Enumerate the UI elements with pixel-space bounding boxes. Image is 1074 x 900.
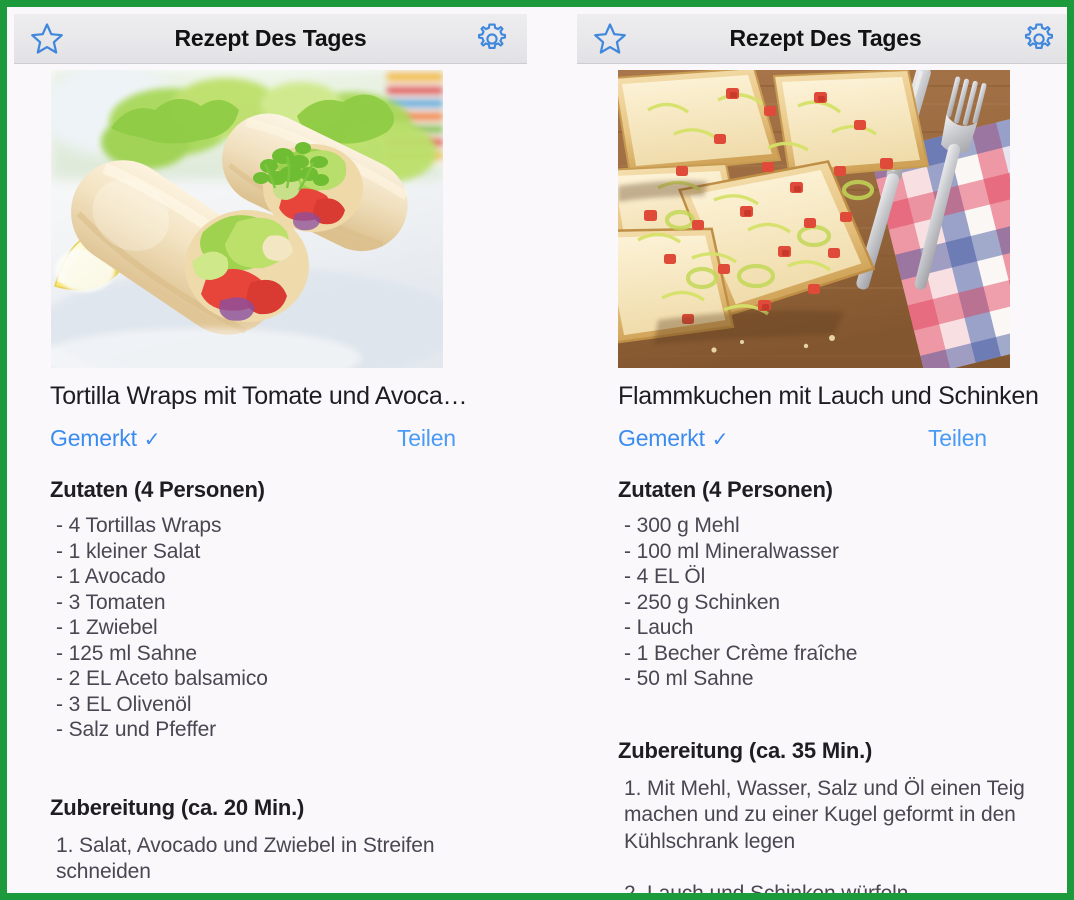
app-frame: Rezept Des Tages Tortilla Wraps mit Toma… bbox=[0, 0, 1074, 900]
ingredient-item: - 1 Becher Crème fraîche bbox=[624, 641, 858, 665]
ingredient-item: - 1 kleiner Salat bbox=[56, 539, 201, 563]
ingredients-list-left: - 4 Tortillas Wraps - 1 kleiner Salat - 1 … bbox=[50, 513, 517, 743]
ingredient-item: - 1 Avocado bbox=[56, 565, 166, 588]
ingredient-item: - 4 Tortillas Wraps bbox=[56, 514, 222, 537]
saved-label-left: Gemerkt bbox=[50, 425, 137, 451]
ingredient-item: - Lauch bbox=[624, 616, 694, 639]
preparation-heading-right: Zubereitung (ca. 35 Min.) bbox=[618, 737, 873, 763]
ingredient-item: - 50 ml Sahne bbox=[624, 667, 754, 690]
recipe-content-left: Tortilla Wraps mit Tomate und Avoca… Gem… bbox=[14, 382, 527, 894]
settings-button-left[interactable] bbox=[469, 18, 515, 60]
navbar-title-right: Rezept Des Tages bbox=[729, 25, 922, 51]
action-row-right: Gemerkt ✓ Teilen bbox=[618, 425, 1064, 453]
preparation-steps-right: 1. Mit Mehl, Wasser, Salz und Öl einen T… bbox=[618, 776, 1064, 900]
recipe-panel-left: Rezept Des Tages Tortilla Wraps mit Toma… bbox=[14, 14, 527, 894]
ingredient-item: - 3 Tomaten bbox=[56, 590, 166, 614]
ingredient-item: - 1 Zwiebel bbox=[56, 616, 158, 639]
ingredients-heading-left: Zutaten (4 Personen) bbox=[50, 477, 265, 502]
ingredient-item: - 100 ml Mineralwasser bbox=[624, 539, 839, 563]
ingredients-list-right: - 300 g Mehl - 100 ml Mineralwasser - 4 EL… bbox=[618, 513, 1064, 692]
action-row-left: Gemerkt ✓ Teilen bbox=[50, 425, 517, 453]
recipe-content-right: Flammkuchen mit Lauch und Schinken Gemer… bbox=[577, 382, 1067, 900]
gear-icon bbox=[477, 23, 507, 49]
check-icon: ✓ bbox=[711, 429, 729, 451]
gear-icon bbox=[1024, 23, 1054, 49]
ingredient-item: - 250 g Schinken bbox=[624, 590, 781, 614]
photo-wrap-right bbox=[577, 70, 1067, 368]
ingredient-item: - 3 EL Olivenöl bbox=[56, 692, 192, 716]
flammkuchen-photo bbox=[618, 70, 1010, 368]
preparation-step: 1. Mit Mehl, Wasser, Salz und Öl einen T… bbox=[624, 776, 1025, 853]
check-icon: ✓ bbox=[143, 429, 161, 451]
preparation-step: 1. Salat, Avocado und Zwiebel in Streife… bbox=[56, 833, 435, 884]
preparation-heading-left: Zubereitung (ca. 20 Min.) bbox=[50, 794, 305, 820]
settings-button-right[interactable] bbox=[1016, 18, 1062, 60]
preparation-steps-left: 1. Salat, Avocado und Zwiebel in Streife… bbox=[50, 833, 517, 894]
saved-button-right[interactable]: Gemerkt ✓ bbox=[618, 425, 729, 451]
photo-wrap-left bbox=[14, 70, 527, 368]
share-button-right[interactable]: Teilen bbox=[928, 425, 987, 452]
ingredient-item: - 2 EL Aceto balsamico bbox=[56, 667, 268, 690]
saved-label-right: Gemerkt bbox=[618, 425, 705, 451]
preparation-step: 2. Lauch und Schinken würfeln bbox=[624, 882, 909, 900]
ingredient-item: - 300 g Mehl bbox=[624, 514, 740, 537]
navbar-left: Rezept Des Tages bbox=[14, 14, 527, 64]
saved-button-left[interactable]: Gemerkt ✓ bbox=[50, 425, 161, 451]
tortilla-wraps-photo bbox=[51, 70, 443, 368]
screenshot-stage: Rezept Des Tages Tortilla Wraps mit Toma… bbox=[14, 14, 1067, 900]
ingredient-item: - 4 EL Öl bbox=[624, 565, 706, 588]
navbar-title-left: Rezept Des Tages bbox=[174, 25, 367, 51]
recipe-panel-right: Rezept Des Tages Flammkuchen mit Lauch u… bbox=[577, 14, 1067, 900]
ingredient-item: - Salz und Pfeffer bbox=[56, 718, 217, 741]
ingredient-item: - 125 ml Sahne bbox=[56, 641, 198, 665]
ingredients-heading-right: Zutaten (4 Personen) bbox=[618, 477, 833, 502]
share-button-left[interactable]: Teilen bbox=[397, 425, 456, 452]
recipe-title-left: Tortilla Wraps mit Tomate und Avoca… bbox=[50, 382, 468, 410]
navbar-right: Rezept Des Tages bbox=[577, 14, 1067, 64]
recipe-title-right: Flammkuchen mit Lauch und Schinken bbox=[618, 382, 1039, 410]
